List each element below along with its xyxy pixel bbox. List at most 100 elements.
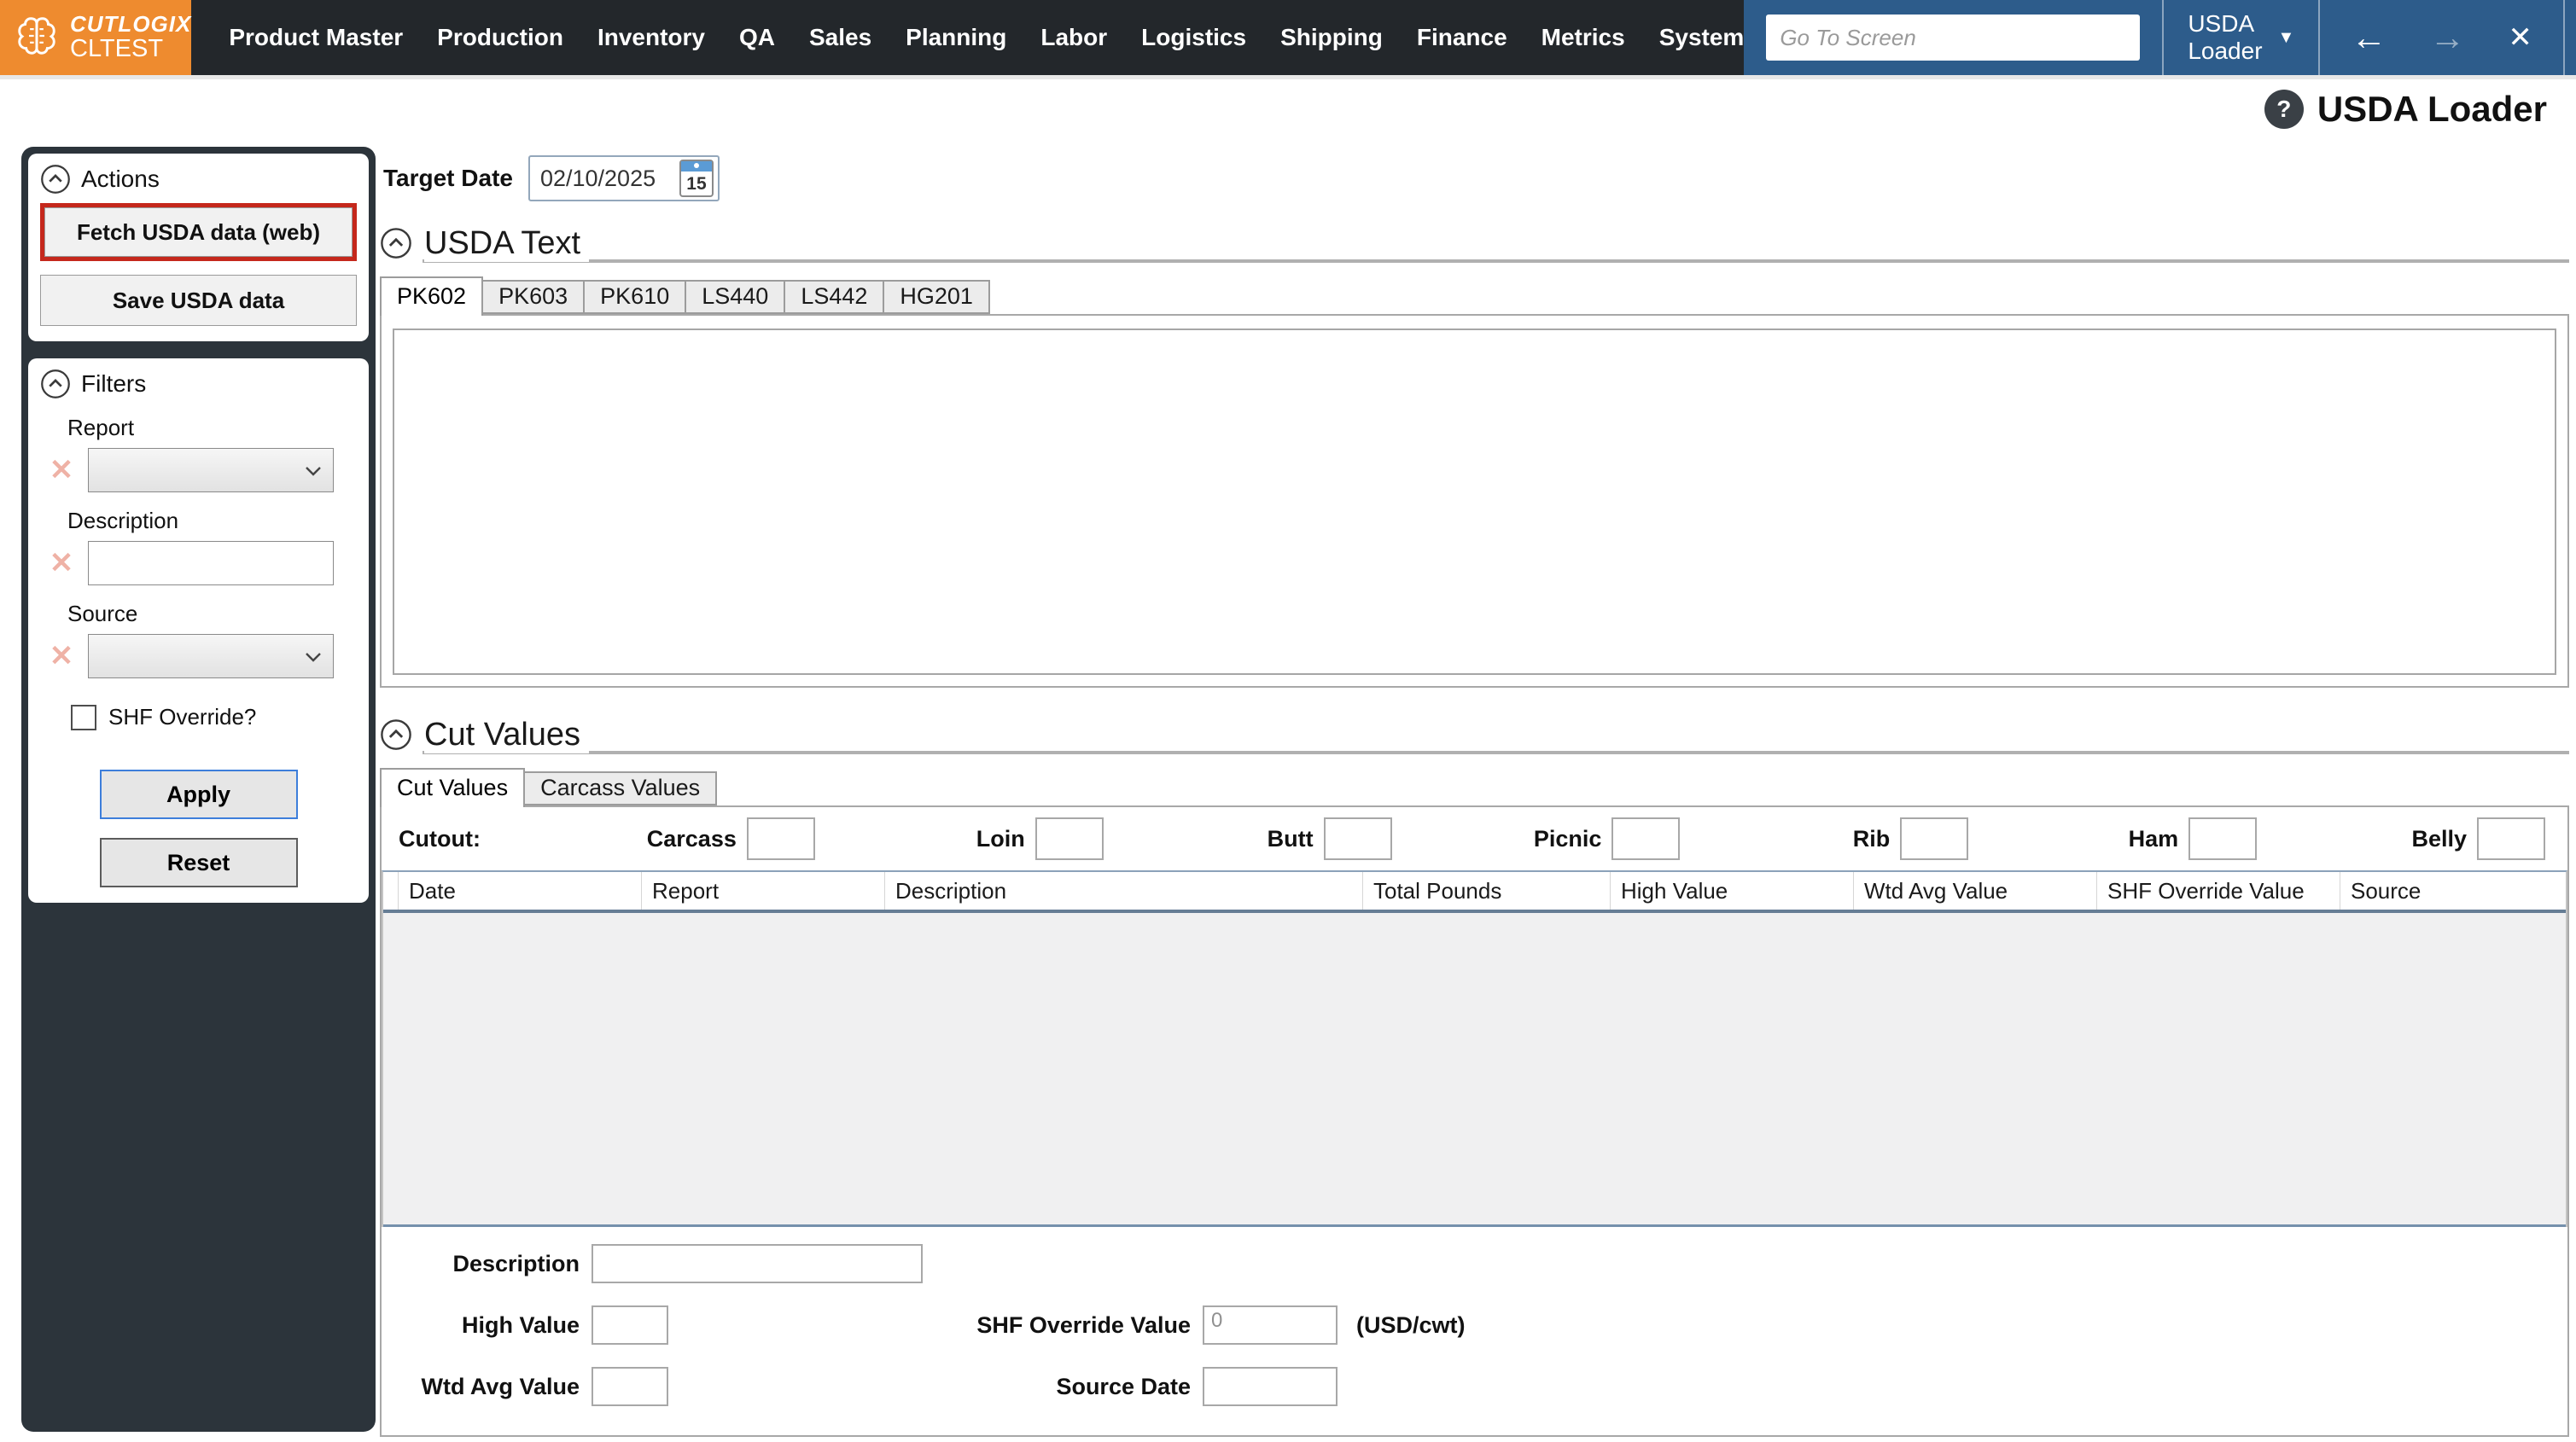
- menu-item[interactable]: Finance: [1417, 24, 1507, 51]
- filters-panel-title: Filters: [81, 370, 146, 398]
- back-button[interactable]: ←: [2351, 20, 2387, 55]
- menu-item[interactable]: Product Master: [229, 24, 403, 51]
- cut-values-tab[interactable]: Carcass Values: [523, 771, 717, 805]
- grid-column-header[interactable]: Report: [642, 872, 885, 910]
- description-filter-input[interactable]: [88, 541, 334, 585]
- grid-column-header[interactable]: Description: [885, 872, 1363, 910]
- cutout-fields: Carcass Loin Butt Picnic: [527, 817, 2545, 860]
- navbar-divider: [0, 75, 2576, 79]
- target-date-value: 02/10/2025: [540, 166, 656, 192]
- fetch-usda-data-button[interactable]: Fetch USDA data (web): [44, 207, 353, 257]
- actions-panel-title: Actions: [81, 166, 160, 193]
- menu-item[interactable]: Planning: [906, 24, 1006, 51]
- cut-values-tabs: Cut ValuesCarcass Values: [380, 768, 2569, 805]
- grid-header-row: DateReportDescriptionTotal PoundsHigh Va…: [383, 872, 2566, 913]
- cutout-field-input[interactable]: [2188, 817, 2257, 860]
- go-to-screen-input[interactable]: [1766, 15, 2140, 61]
- shf-override-label: SHF Override?: [108, 704, 256, 730]
- report-filter-select[interactable]: [88, 448, 334, 492]
- calendar-icon[interactable]: 15: [679, 160, 714, 197]
- favorite-star-button[interactable]: ☆: [2563, 0, 2576, 75]
- cutout-field-input[interactable]: [1035, 817, 1104, 860]
- usda-text-section-title: USDA Text: [424, 225, 589, 262]
- collapse-actions-icon[interactable]: [40, 164, 71, 195]
- section-divider: [423, 751, 2569, 754]
- wtd-avg-value-label: Wtd Avg Value: [382, 1374, 580, 1400]
- usda-text-tabpage: [380, 314, 2569, 688]
- menu-item[interactable]: Shipping: [1280, 24, 1383, 51]
- cutout-label: Cutout:: [399, 826, 527, 852]
- cutout-field-label: Rib: [1853, 826, 1891, 852]
- usda-text-tab[interactable]: PK603: [481, 280, 585, 314]
- left-sidebar: Actions Fetch USDA data (web) Save USDA …: [21, 147, 376, 1432]
- cutout-field-label: Loin: [976, 826, 1025, 852]
- clear-description-icon[interactable]: ✕: [44, 546, 79, 580]
- menu-item[interactable]: Inventory: [597, 24, 705, 51]
- page-header: ? USDA Loader: [2264, 89, 2547, 130]
- usda-text-tab[interactable]: LS440: [685, 280, 785, 314]
- screen-selector-dropdown[interactable]: USDA Loader ▼: [2162, 0, 2318, 75]
- clear-report-icon[interactable]: ✕: [44, 453, 79, 487]
- navigation-buttons: ← → ✕: [2318, 0, 2563, 75]
- grid-column-header[interactable]: Wtd Avg Value: [1854, 872, 2097, 910]
- shf-override-value-label: SHF Override Value: [668, 1312, 1191, 1339]
- grid-column-header[interactable]: Total Pounds: [1363, 872, 1611, 910]
- target-date-input[interactable]: 02/10/2025 15: [528, 155, 720, 201]
- grid-column-header[interactable]: SHF Override Value: [2097, 872, 2340, 910]
- usda-text-tab[interactable]: LS442: [784, 280, 884, 314]
- grid-column-header[interactable]: High Value: [1611, 872, 1854, 910]
- cutout-field-label: Ham: [2129, 826, 2179, 852]
- collapse-cut-values-icon[interactable]: [380, 718, 412, 751]
- close-screen-button[interactable]: ✕: [2508, 23, 2532, 52]
- source-filter-label: Source: [67, 601, 357, 627]
- brand-name: CUTLOGIX: [70, 12, 191, 37]
- grid-column-header[interactable]: Date: [399, 872, 642, 910]
- grid-body[interactable]: [383, 913, 2566, 1227]
- source-date-input[interactable]: [1203, 1367, 1338, 1406]
- forward-button[interactable]: →: [2429, 20, 2465, 55]
- cutout-field-input[interactable]: [1324, 817, 1392, 860]
- shf-override-checkbox[interactable]: [71, 705, 96, 730]
- brand-logo[interactable]: CUTLOGIX CLTEST: [0, 0, 191, 75]
- cutout-field-label: Butt: [1268, 826, 1314, 852]
- clear-source-icon[interactable]: ✕: [44, 639, 79, 673]
- fetch-button-highlight: Fetch USDA data (web): [40, 203, 357, 261]
- collapse-usda-text-icon[interactable]: [380, 227, 412, 259]
- top-navbar: CUTLOGIX CLTEST Product Master Production…: [0, 0, 2576, 75]
- cut-values-tab[interactable]: Cut Values: [380, 768, 525, 807]
- wtd-avg-value-input[interactable]: [592, 1367, 668, 1406]
- chevron-down-icon: ▼: [2278, 28, 2295, 48]
- grid-column-header[interactable]: Source: [2340, 872, 2566, 910]
- go-to-screen-wrapper: [1744, 0, 2162, 75]
- reset-button[interactable]: Reset: [100, 838, 298, 887]
- grid-row-indicator-column: [383, 872, 399, 910]
- apply-button[interactable]: Apply: [100, 770, 298, 819]
- menu-item[interactable]: Logistics: [1141, 24, 1246, 51]
- filters-panel: Filters Report ✕ Description ✕ Source ✕ …: [28, 358, 369, 903]
- cutout-field-input[interactable]: [2477, 817, 2545, 860]
- usda-text-tab[interactable]: PK610: [583, 280, 686, 314]
- menu-item[interactable]: System: [1659, 24, 1745, 51]
- menu-item[interactable]: Metrics: [1542, 24, 1625, 51]
- cutout-field-input[interactable]: [747, 817, 815, 860]
- collapse-filters-icon[interactable]: [40, 369, 71, 399]
- description-form-input[interactable]: [592, 1244, 923, 1283]
- usda-text-tab[interactable]: PK602: [380, 276, 483, 316]
- menu-item[interactable]: Labor: [1040, 24, 1107, 51]
- cutout-field-input[interactable]: [1900, 817, 1968, 860]
- high-value-input[interactable]: [592, 1305, 668, 1345]
- brand-icon: [14, 13, 60, 63]
- usda-text-tab[interactable]: HG201: [883, 280, 990, 314]
- cut-values-grid: DateReportDescriptionTotal PoundsHigh Va…: [382, 870, 2567, 1227]
- save-usda-data-button[interactable]: Save USDA data: [40, 275, 357, 326]
- help-icon[interactable]: ?: [2264, 90, 2304, 129]
- cut-values-tabpage: Cutout: Carcass Loin Butt: [380, 805, 2569, 1437]
- menu-item[interactable]: QA: [739, 24, 775, 51]
- cutout-field-input[interactable]: [1611, 817, 1680, 860]
- section-divider: [423, 259, 2569, 263]
- source-filter-select[interactable]: [88, 634, 334, 678]
- menu-item[interactable]: Production: [437, 24, 563, 51]
- shf-override-value-input[interactable]: 0: [1203, 1305, 1338, 1345]
- usda-text-content[interactable]: [393, 329, 2556, 675]
- menu-item[interactable]: Sales: [809, 24, 871, 51]
